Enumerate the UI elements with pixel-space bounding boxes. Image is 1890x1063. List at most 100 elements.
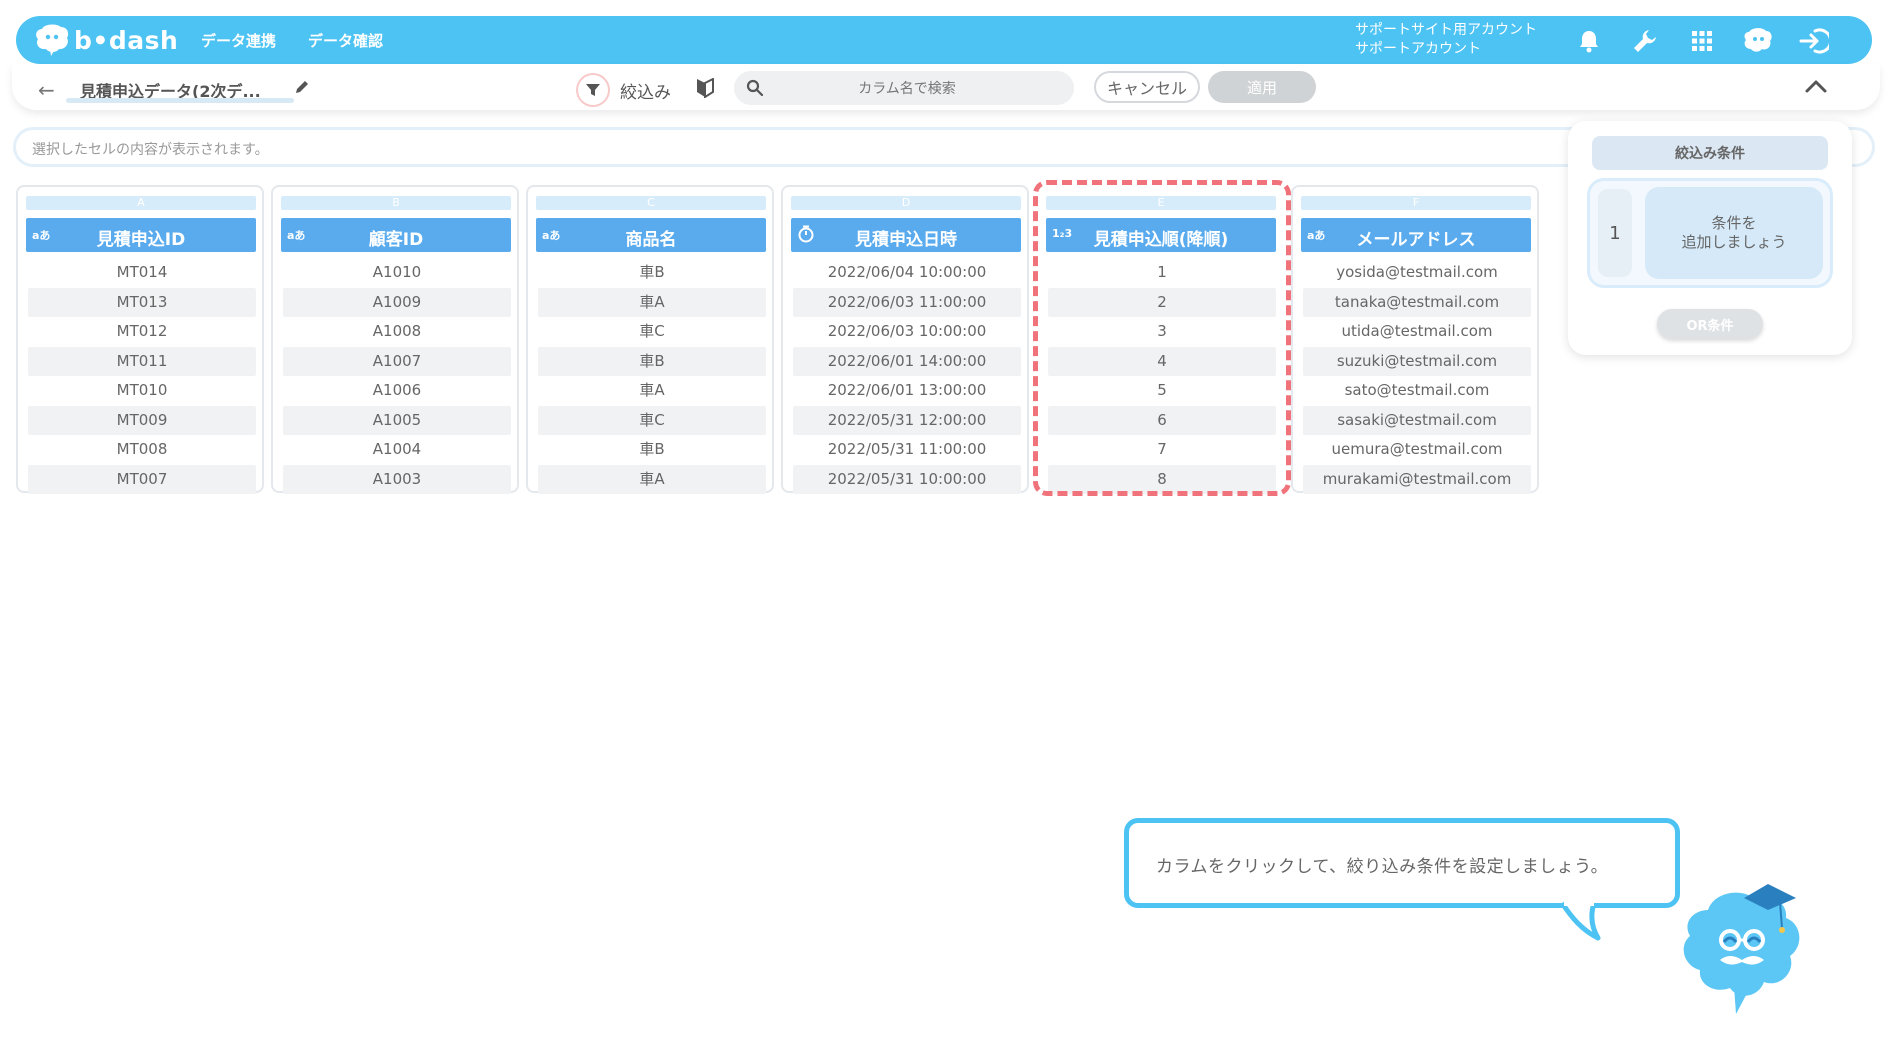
wrench-icon[interactable]: [1628, 26, 1662, 56]
nav-data-integration[interactable]: データ連携: [201, 30, 276, 51]
add-condition-button[interactable]: 条件を 追加しましょう: [1645, 187, 1823, 279]
logout-icon[interactable]: [1797, 26, 1831, 56]
table-cell[interactable]: A1004: [283, 435, 511, 465]
table-cell[interactable]: A1008: [283, 317, 511, 347]
column-header[interactable]: 1₂3 見積申込順(降順): [1046, 218, 1276, 252]
mascot-logo-icon: [36, 24, 69, 56]
table-cell[interactable]: MT007: [28, 464, 256, 494]
table-cell[interactable]: 車A: [538, 376, 766, 406]
table-cell[interactable]: A1005: [283, 405, 511, 435]
column-header[interactable]: 見積申込日時: [791, 218, 1021, 252]
table-cell[interactable]: 3: [1048, 317, 1276, 347]
back-arrow-icon[interactable]: ←: [38, 78, 55, 102]
or-condition-button[interactable]: OR条件: [1657, 309, 1763, 339]
beginner-mark-icon[interactable]: [696, 77, 714, 102]
table-cell[interactable]: 1: [1048, 258, 1276, 288]
column-letter: B: [281, 196, 511, 210]
table-cell[interactable]: 車B: [538, 435, 766, 465]
table-column[interactable]: A aあ 見積申込ID MT014 MT013 MT012 MT011 MT01…: [16, 185, 264, 494]
table-cell[interactable]: MT014: [28, 258, 256, 288]
add-condition-line2: 追加しましょう: [1681, 233, 1787, 251]
pencil-edit-icon[interactable]: [294, 79, 310, 99]
add-condition-line1: 条件を: [1711, 214, 1757, 232]
app-logo[interactable]: b•dash: [34, 22, 178, 58]
condition-number: 1: [1598, 189, 1632, 277]
column-header[interactable]: aあ 顧客ID: [281, 218, 511, 252]
table-cell[interactable]: 2022/05/31 12:00:00: [793, 405, 1021, 435]
table-cell[interactable]: 2022/06/04 10:00:00: [793, 258, 1021, 288]
table-cell[interactable]: 車C: [538, 317, 766, 347]
bell-icon[interactable]: [1572, 26, 1606, 56]
table-cell[interactable]: MT013: [28, 287, 256, 317]
table-cell[interactable]: MT010: [28, 376, 256, 406]
table-column[interactable]: F aあ メールアドレス yosida@testmail.com tanaka@…: [1291, 185, 1539, 494]
table-cell[interactable]: 8: [1048, 464, 1276, 494]
table-cell[interactable]: MT012: [28, 317, 256, 347]
column-name: 顧客ID: [368, 230, 424, 250]
table-cell[interactable]: 車B: [538, 346, 766, 376]
column-name: 見積申込ID: [96, 230, 186, 250]
column-letter: E: [1046, 196, 1276, 210]
apps-grid-icon[interactable]: [1685, 26, 1719, 56]
table-column[interactable]: D 見積申込日時 2022/06/04 10:00:00 2022/06/03 …: [781, 185, 1029, 494]
table-cell[interactable]: MT008: [28, 435, 256, 465]
column-name: 見積申込順(降順): [1093, 230, 1229, 250]
table-cell[interactable]: 車A: [538, 287, 766, 317]
table-cell[interactable]: 7: [1048, 435, 1276, 465]
filter-label: 絞込み: [620, 83, 671, 103]
column-name: 見積申込日時: [855, 230, 957, 250]
table-cell[interactable]: murakami@testmail.com: [1303, 464, 1531, 494]
column-name: 商品名: [625, 230, 677, 250]
cell-content-placeholder: 選択したセルの内容が表示されます。: [32, 142, 269, 158]
table-cell[interactable]: uemura@testmail.com: [1303, 435, 1531, 465]
table-cell[interactable]: A1006: [283, 376, 511, 406]
table-cell[interactable]: sato@testmail.com: [1303, 376, 1531, 406]
nav-data-check[interactable]: データ確認: [308, 30, 383, 51]
table-cell[interactable]: 4: [1048, 346, 1276, 376]
column-header[interactable]: aあ メールアドレス: [1301, 218, 1531, 252]
apply-button[interactable]: 適用: [1208, 71, 1316, 103]
table-cell[interactable]: A1009: [283, 287, 511, 317]
table-cell[interactable]: 車A: [538, 464, 766, 494]
table-cell[interactable]: 2022/06/03 10:00:00: [793, 317, 1021, 347]
table-cell[interactable]: 5: [1048, 376, 1276, 406]
table-cell[interactable]: MT009: [28, 405, 256, 435]
title-underline: [66, 98, 294, 103]
guide-message: カラムをクリックして、絞り込み条件を設定しましょう。: [1156, 857, 1609, 877]
table-cell[interactable]: yosida@testmail.com: [1303, 258, 1531, 288]
filter-funnel-icon[interactable]: [578, 75, 608, 105]
table-cell[interactable]: MT011: [28, 346, 256, 376]
table-column-highlighted[interactable]: E 1₂3 見積申込順(降順) 1 2 3 4 5 6 7 8: [1036, 185, 1284, 494]
table-cell[interactable]: A1010: [283, 258, 511, 288]
table-cell[interactable]: sasaki@testmail.com: [1303, 405, 1531, 435]
table-cell[interactable]: A1007: [283, 346, 511, 376]
table-cell[interactable]: 6: [1048, 405, 1276, 435]
table-cell[interactable]: 2022/06/01 14:00:00: [793, 346, 1021, 376]
account-site-name: サポートサイト用アカウント: [1355, 22, 1537, 38]
brand-name: b•dash: [74, 25, 179, 55]
table-cell[interactable]: 車B: [538, 258, 766, 288]
table-column[interactable]: C aあ 商品名 車B 車A 車C 車B 車A 車C 車B 車A: [526, 185, 774, 494]
column-letter: D: [791, 196, 1021, 210]
table-cell[interactable]: 2: [1048, 287, 1276, 317]
column-search-input[interactable]: [770, 73, 1044, 105]
table-cell[interactable]: 車C: [538, 405, 766, 435]
table-cell[interactable]: suzuki@testmail.com: [1303, 346, 1531, 376]
chevron-up-icon[interactable]: [1804, 78, 1828, 98]
table-cell[interactable]: utida@testmail.com: [1303, 317, 1531, 347]
account-info[interactable]: サポートサイト用アカウント サポートアカウント: [1355, 21, 1555, 59]
panel-title: 絞込み条件: [1592, 136, 1828, 170]
table-cell[interactable]: tanaka@testmail.com: [1303, 287, 1531, 317]
column-header[interactable]: aあ 見積申込ID: [26, 218, 256, 252]
table-cell[interactable]: 2022/05/31 10:00:00: [793, 464, 1021, 494]
speech-bubble-tail: [1560, 900, 1601, 941]
table-cell[interactable]: A1003: [283, 464, 511, 494]
table-cell[interactable]: 2022/06/01 13:00:00: [793, 376, 1021, 406]
cancel-button[interactable]: キャンセル: [1094, 71, 1200, 103]
table-cell[interactable]: 2022/06/03 11:00:00: [793, 287, 1021, 317]
mascot-chat-icon[interactable]: [1741, 26, 1775, 56]
column-header[interactable]: aあ 商品名: [536, 218, 766, 252]
table-cell[interactable]: 2022/05/31 11:00:00: [793, 435, 1021, 465]
column-letter: C: [536, 196, 766, 210]
table-column[interactable]: B aあ 顧客ID A1010 A1009 A1008 A1007 A1006 …: [271, 185, 519, 494]
